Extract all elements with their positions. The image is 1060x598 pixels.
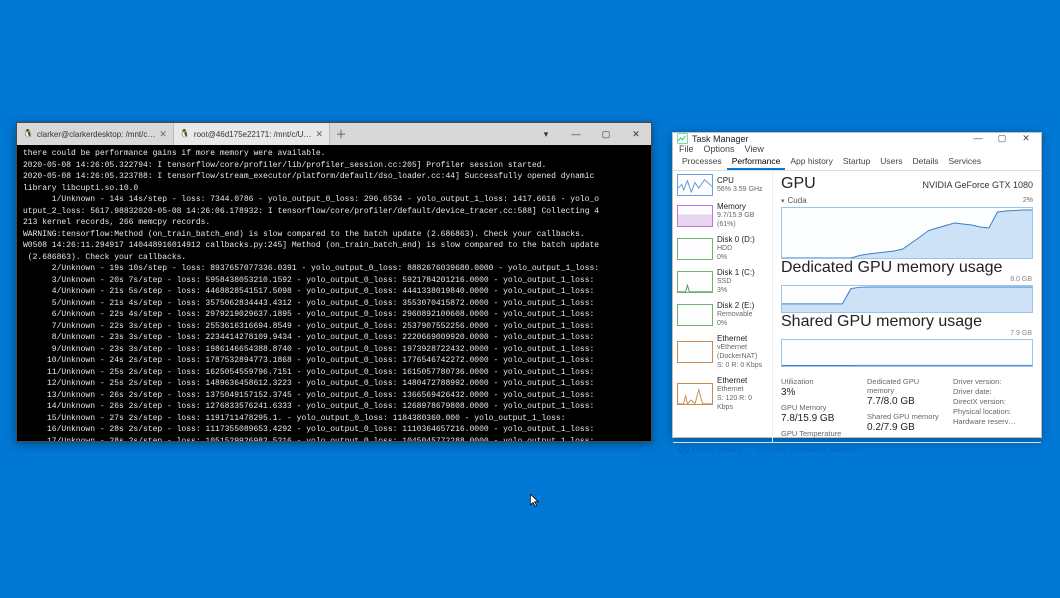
task-manager-titlebar[interactable]: Task Manager ― ▢ ✕: [673, 133, 1041, 144]
dedicated-mem-label: Dedicated GPU memory usage: [781, 259, 1002, 276]
maximize-icon[interactable]: ▢: [591, 123, 621, 145]
sidebar-item-disk2[interactable]: Disk 2 (E:)Removable0%: [673, 298, 772, 331]
sidebar-item-ethernet-docker[interactable]: EthernetvEthernet (DockerNAT)S: 0 R: 0 K…: [673, 331, 772, 373]
gpu-panel: GPU NVIDIA GeForce GTX 1080 ▾ Cuda 2% De…: [773, 171, 1041, 442]
disk1-pct: 3%: [717, 286, 755, 295]
cpu-label: CPU: [717, 176, 763, 185]
terminal-tabstrip: 🐧 clarker@clarkerdesktop: /mnt/c… ✕ 🐧 ro…: [17, 123, 651, 145]
loc-label: Physical location:: [953, 407, 1033, 416]
chevron-down-icon[interactable]: ▾: [781, 197, 785, 205]
dx-label: DirectX version:: [953, 397, 1033, 406]
gpu-stats-grid: Utilization 3% GPU Memory 7.8/15.9 GB GP…: [781, 377, 1033, 438]
shared-mem-max: 7.9 GB: [1010, 330, 1032, 337]
minimize-icon[interactable]: ―: [967, 133, 989, 144]
task-manager-title: Task Manager: [692, 134, 749, 144]
eth1-rate: S: 120 R: 0 Kbps: [717, 394, 768, 412]
maximize-icon[interactable]: ▢: [991, 133, 1013, 144]
close-icon[interactable]: ✕: [315, 129, 323, 140]
tab-performance[interactable]: Performance: [727, 154, 786, 170]
menu-options[interactable]: Options: [704, 144, 735, 154]
task-manager-tabs: Processes Performance App history Startu…: [673, 154, 1041, 171]
cursor-icon: [530, 494, 540, 508]
disk0-sub: HDD: [717, 244, 755, 253]
performance-sidebar: CPU56% 3.59 GHz Memory9.7/15.9 GB (61%) …: [673, 171, 773, 442]
tab-processes[interactable]: Processes: [677, 154, 727, 170]
terminal-tab-2[interactable]: 🐧 root@46d175e22171: /mnt/c/U… ✕: [174, 123, 330, 145]
tab-services[interactable]: Services: [943, 154, 986, 170]
penguin-icon: 🐧: [23, 129, 33, 139]
ded-label: Dedicated GPU memory: [867, 377, 947, 395]
sidebar-item-ethernet[interactable]: EthernetEthernetS: 120 R: 0 Kbps: [673, 373, 772, 415]
gpumem-value: 7.8/15.9 GB: [781, 413, 861, 424]
gpu-heading: GPU: [781, 175, 816, 193]
task-manager-icon: [677, 133, 688, 144]
sidebar-item-cpu[interactable]: CPU56% 3.59 GHz: [673, 171, 772, 199]
sidebar-item-disk1[interactable]: Disk 1 (C:)SSD3%: [673, 265, 772, 298]
tab-app-history[interactable]: App history: [785, 154, 838, 170]
fewer-details-link[interactable]: ⋀ Fewer details: [679, 444, 743, 454]
close-icon[interactable]: ✕: [159, 129, 167, 140]
mem-label: Memory: [717, 202, 768, 211]
eth1-label: Ethernet: [717, 376, 768, 385]
disk2-label: Disk 2 (E:): [717, 301, 754, 310]
hw-label: Hardware reserv…: [953, 417, 1033, 426]
eth1-sub: Ethernet: [717, 385, 768, 394]
close-icon[interactable]: ✕: [621, 123, 651, 145]
dedicated-gpu-mem-chart[interactable]: 8.0 GB: [781, 285, 1033, 313]
chevron-up-icon: ⋀: [679, 444, 689, 454]
disk1-sub: SSD: [717, 277, 755, 286]
terminal-window-controls: ▾ ― ▢ ✕: [531, 123, 651, 145]
new-tab-button[interactable]: ＋: [330, 123, 352, 145]
gpu-subtab-cuda[interactable]: Cuda: [788, 196, 807, 205]
cpu-sub: 56% 3.59 GHz: [717, 185, 763, 194]
minimize-icon[interactable]: ―: [561, 123, 591, 145]
sidebar-item-disk0[interactable]: Disk 0 (D:)HDD0%: [673, 232, 772, 265]
terminal-tab-1-label: clarker@clarkerdesktop: /mnt/c…: [37, 130, 155, 139]
util-value: 3%: [781, 387, 861, 398]
task-manager-footer: ⋀ Fewer details ◎ Open Resource Monitor: [673, 442, 1041, 454]
terminal-window: 🐧 clarker@clarkerdesktop: /mnt/c… ✕ 🐧 ro…: [16, 122, 652, 442]
gpu-subtab-pct: 2%: [1023, 197, 1033, 204]
gpumem-label: GPU Memory: [781, 403, 861, 412]
task-manager-menubar: File Options View: [673, 144, 1041, 154]
terminal-tab-2-label: root@46d175e22171: /mnt/c/U…: [194, 130, 312, 139]
eth0-label: Ethernet: [717, 334, 768, 343]
shared-label: Shared GPU memory: [867, 412, 947, 421]
shared-value: 0.2/7.9 GB: [867, 422, 947, 433]
terminal-output[interactable]: there could be performance gains if more…: [17, 145, 651, 441]
eth0-rate: S: 0 R: 0 Kbps: [717, 361, 768, 370]
drv-label: Driver version:: [953, 377, 1033, 386]
disk2-sub: Removable: [717, 310, 754, 319]
util-label: Utilization: [781, 377, 861, 386]
ded-value: 7.7/8.0 GB: [867, 396, 947, 407]
gpu-model: NVIDIA GeForce GTX 1080: [922, 180, 1033, 190]
close-icon[interactable]: ✕: [1015, 133, 1037, 144]
penguin-icon: 🐧: [180, 129, 190, 139]
cuda-usage-chart[interactable]: [781, 207, 1033, 259]
disk0-pct: 0%: [717, 253, 755, 262]
terminal-tab-1[interactable]: 🐧 clarker@clarkerdesktop: /mnt/c… ✕: [17, 123, 174, 145]
dedicated-mem-max: 8.0 GB: [1010, 276, 1032, 283]
drvdate-label: Driver date:: [953, 387, 1033, 396]
disk0-label: Disk 0 (D:): [717, 235, 755, 244]
tab-users[interactable]: Users: [875, 154, 907, 170]
shared-gpu-mem-chart[interactable]: 7.9 GB: [781, 339, 1033, 367]
shared-mem-label: Shared GPU memory usage: [781, 313, 982, 330]
menu-file[interactable]: File: [679, 144, 694, 154]
disk1-label: Disk 1 (C:): [717, 268, 755, 277]
eth0-sub: vEthernet (DockerNAT): [717, 343, 768, 361]
sidebar-item-memory[interactable]: Memory9.7/15.9 GB (61%): [673, 199, 772, 232]
monitor-icon: ◎: [757, 443, 764, 454]
menu-view[interactable]: View: [745, 144, 764, 154]
mem-sub: 9.7/15.9 GB (61%): [717, 211, 768, 229]
disk2-pct: 0%: [717, 319, 754, 328]
tab-startup[interactable]: Startup: [838, 154, 875, 170]
gputemp-label: GPU Temperature: [781, 429, 861, 438]
task-manager-window: Task Manager ― ▢ ✕ File Options View Pro…: [672, 132, 1042, 438]
task-manager-body: CPU56% 3.59 GHz Memory9.7/15.9 GB (61%) …: [673, 171, 1041, 442]
open-resource-monitor-link[interactable]: ◎ Open Resource Monitor: [757, 443, 858, 454]
chevron-down-icon[interactable]: ▾: [531, 123, 561, 145]
tab-details[interactable]: Details: [908, 154, 944, 170]
